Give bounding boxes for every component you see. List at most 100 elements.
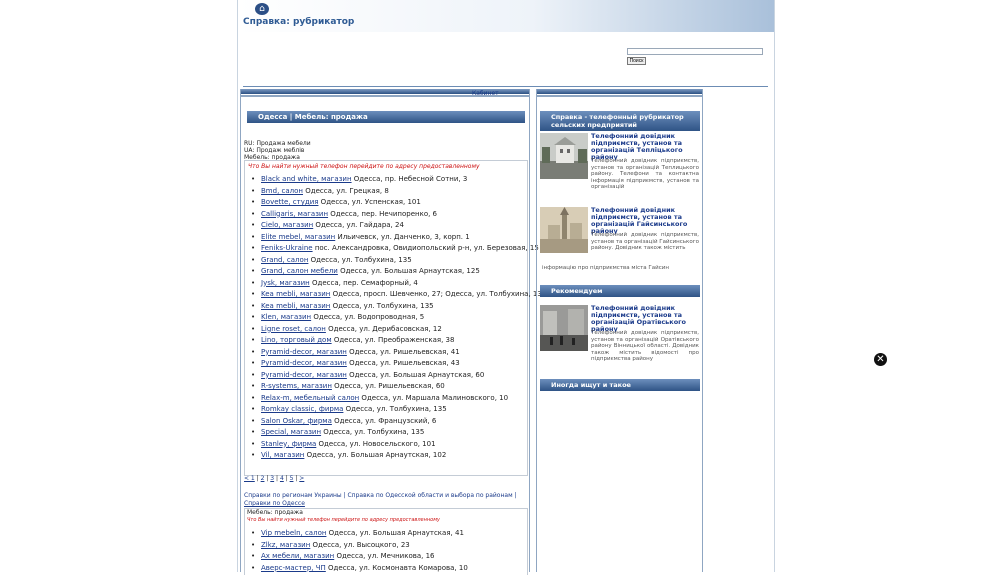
list-notice: Что Вы найти нужный телефон перейдите по… (248, 163, 480, 170)
firm-link[interactable]: Pyramid-decor, магазин (261, 359, 347, 367)
firm-link[interactable]: Grand, салон мебели (261, 267, 338, 275)
firm-address: Одесса, ул. Новосельского, 101 (316, 439, 436, 448)
list2-notice: Что Вы найти нужный телефон перейдите по… (247, 517, 440, 523)
building-photo[interactable] (540, 133, 588, 179)
ad-overlay (880, 360, 1007, 572)
pager-page-3[interactable]: 3 (270, 475, 274, 482)
pager-prev[interactable]: < 1 (244, 475, 255, 482)
firm-address: Одесса, пер. Нечипоренко, 6 (328, 209, 438, 218)
sidebar-heading-also-searched: Иногда ищут и такое (540, 379, 700, 391)
firm-link[interactable]: Bovette, студия (261, 198, 318, 206)
sidebar-card-1-title[interactable]: Телефонний довідник підприємств, установ… (591, 133, 699, 161)
firm-link[interactable]: Bmd, салон (261, 187, 303, 195)
firm-link[interactable]: Cielo, магазин (261, 221, 313, 229)
regions-links: Справки по регионам Украины | Справка по… (244, 492, 526, 508)
sidebar-card-2[interactable]: Телефонний довідник підприємств, установ… (540, 207, 700, 273)
home-icon[interactable]: ⌂ (255, 3, 269, 15)
list-item: R-systems, магазин Одесса, ул. Ришельевс… (245, 381, 527, 393)
firm-list-box-2: Мебель: продажа Что Вы найти нужный теле… (244, 508, 528, 575)
firm-address: Одесса, ул. Гайдара, 24 (313, 221, 404, 229)
list-item: Pyramid-decor, магазин Одесса, ул. Ришел… (245, 347, 527, 359)
sidebar-card-3[interactable]: Телефонний довідник підприємств, установ… (540, 305, 700, 369)
pager-page-4[interactable]: 4 (280, 475, 284, 482)
firm-link[interactable]: Grand, салон (261, 256, 308, 264)
firm-link[interactable]: Klen, магазин (261, 313, 311, 321)
firm-link[interactable]: Stanley, фирма (261, 440, 316, 448)
pager-next[interactable]: > (299, 475, 304, 482)
firm-link[interactable]: Salon Oskar, фирма (261, 417, 332, 425)
close-icon[interactable]: ✕ (874, 353, 887, 366)
firm-address: Одесса, ул. Ришельевская, 60 (331, 382, 445, 390)
firm-link[interactable]: Romkay classic, фирма (261, 405, 343, 413)
firm-address: Одесса, пр. Небесной Сотни, 3 (351, 175, 468, 183)
firm-link[interactable]: Ligne roset, салон (261, 325, 326, 333)
firm-link[interactable]: Elite mebel, магазин (261, 233, 335, 241)
list-item: Pyramid-decor, магазин Одесса, ул. Больш… (245, 370, 527, 382)
breadcrumb: RU: Продажа мебели UA: Продаж меблів Меб… (244, 140, 524, 161)
firm-address: Одесса, ул. Ришельевская, 41 (346, 347, 460, 356)
list2-title: Мебель: продажа (247, 509, 303, 516)
firm-link[interactable]: Jysk, магазин (261, 279, 310, 287)
firm-link[interactable]: Ах мебели, магазин (261, 552, 334, 560)
header: ⌂ Справка: рубрикатор (238, 0, 774, 32)
cabinet-link[interactable]: Кабинет (472, 90, 499, 97)
pagination: < 1 | 2 | 3 | 4 | 5 | > (244, 475, 305, 482)
firm-link[interactable]: Black and white, магазин (261, 175, 352, 183)
firm-address: пос. Александровка, Овидиопольский р-н, … (312, 244, 539, 252)
firm-address: Одесса, ул. Успенская, 101 (318, 198, 421, 206)
list-item: Klen, магазин Одесса, ул. Водопроводная,… (245, 312, 527, 324)
firm-link[interactable]: Vil, магазин (261, 451, 304, 459)
firm-link[interactable]: Zlkz, магазин (261, 541, 310, 549)
list-item: Lino, торговый дом Одесса, ул. Преображе… (245, 335, 527, 347)
firm-link[interactable]: R-systems, магазин (261, 382, 332, 390)
firm-link[interactable]: Feniks-Ukraine (261, 244, 313, 252)
search-input[interactable] (627, 48, 763, 55)
firm-link[interactable]: Relax-m, мебельный салон (261, 394, 359, 402)
page-container: ⌂ Справка: рубрикатор Поиск Одесса | Меб… (237, 0, 775, 575)
list-item: Stanley, фирма Одесса, ул. Новосельского… (245, 439, 527, 451)
firm-link[interactable]: Pyramid-decor, магазин (261, 348, 347, 356)
firm-link[interactable]: Pyramid-decor, магазин (261, 371, 347, 379)
firm-list-2: Vip mebeln, салон Одесса, ул. Большая Ар… (245, 528, 527, 574)
street-photo[interactable] (540, 305, 588, 351)
firm-address: Одесса, ул. Мечникова, 16 (334, 552, 435, 560)
firm-link[interactable]: Calligaris, магазин (261, 210, 328, 218)
sidebar-card-2-title[interactable]: Телефонний довідник підприємств, установ… (591, 207, 699, 235)
list-item: Bovette, студия Одесса, ул. Успенская, 1… (245, 197, 527, 209)
firm-link[interactable]: Аверс-мастер, ЧП (261, 564, 326, 572)
list-item: Elite mebel, магазин Ильичевск, ул. Данч… (245, 232, 527, 244)
firm-address: Одесса, ул. Толбухина, 135 (308, 255, 412, 264)
firm-link[interactable]: Kea mebli, магазин (261, 290, 330, 298)
list-item: Kea mebli, магазин Одесса, просп. Шевчен… (245, 289, 546, 301)
pager-page-5[interactable]: 5 (290, 475, 294, 482)
regions-link[interactable]: Справки по регионам Украины | Справка по… (244, 492, 517, 499)
firm-link[interactable]: Special, магазин (261, 428, 321, 436)
firm-link[interactable]: Lino, торговый дом (261, 336, 332, 344)
church-photo[interactable] (540, 207, 588, 253)
sidebar-card-3-title[interactable]: Телефонний довідник підприємств, установ… (591, 305, 699, 333)
firm-address: Одесса, ул. Высоцкого, 23 (310, 540, 410, 549)
search-button[interactable]: Поиск (627, 57, 646, 65)
pager-page-2[interactable]: 2 (261, 475, 265, 482)
firm-address: Одесса, ул. Толбухина, 135 (330, 301, 434, 310)
list-item: Аверс-мастер, ЧП Одесса, ул. Космонавта … (245, 563, 527, 575)
header-divider (243, 86, 768, 87)
list-item: Zlkz, магазин Одесса, ул. Высоцкого, 23 (245, 540, 527, 552)
firm-link[interactable]: Vip mebeln, салон (261, 529, 326, 537)
sidebar-header-band (537, 89, 702, 94)
breadcrumb-ua[interactable]: UA: Продаж меблів (244, 147, 524, 154)
sidebar-card-1-text: Телефонний довідник підприємств, установ… (591, 158, 699, 190)
breadcrumb-ru[interactable]: RU: Продажа мебели (244, 140, 524, 147)
sidebar-card-1[interactable]: Телефонний довідник підприємств, установ… (540, 133, 700, 190)
odessa-link[interactable]: Справки по Одессе (244, 500, 305, 507)
page-title: Справка: рубрикатор (243, 17, 355, 27)
firm-address: Одесса, ул. Ришельевская, 43 (346, 359, 460, 367)
firm-address: Ильичевск, ул. Данченко, 3, корп. 1 (335, 232, 470, 241)
sidebar-card-2-more: інформацію про підприємства міста Гайсин (542, 265, 669, 271)
list-item: Vip mebeln, салон Одесса, ул. Большая Ар… (245, 528, 527, 540)
firm-address: Одесса, ул. Большая Арнаутская, 60 (346, 370, 485, 379)
sidebar-card-3-text: Телефонний довідник підприємств, установ… (591, 330, 699, 362)
firm-link[interactable]: Kea mebli, магазин (261, 302, 330, 310)
sidebar-header-band-thin (537, 95, 702, 97)
firm-address: Одесса, ул. Преображенская, 38 (331, 336, 455, 344)
